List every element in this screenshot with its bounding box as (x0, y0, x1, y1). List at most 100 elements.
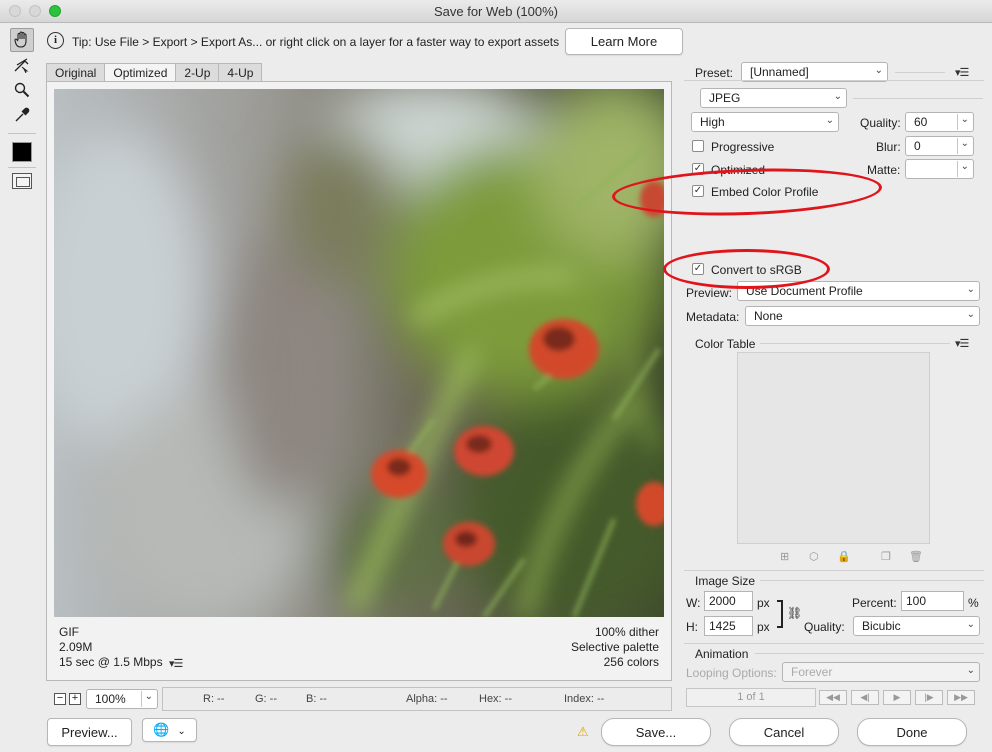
chevron-down-icon: ⌄ (966, 619, 975, 630)
hand-tool-icon[interactable] (10, 28, 34, 52)
progressive-checkbox[interactable] (692, 140, 704, 152)
toggle-slices-icon[interactable] (12, 173, 32, 189)
save-button[interactable]: Save... (601, 718, 711, 746)
previous-frame-icon[interactable]: ◀| (851, 690, 879, 705)
divider (755, 653, 984, 654)
looping-options-value: Forever (791, 665, 833, 679)
download-speed-menu-icon[interactable]: ▾☰ (169, 657, 183, 670)
trash-icon: 🗑 (909, 551, 923, 563)
chevron-down-icon: ⌄ (833, 91, 842, 102)
readout-hex: Hex: -- (479, 693, 512, 705)
chevron-down-icon: ⌄ (177, 726, 186, 737)
matte-select[interactable]: ⌄ (905, 159, 974, 179)
info-size: 2.09M (59, 640, 93, 654)
metadata-value: None (754, 309, 783, 323)
zoom-in-button[interactable]: + (69, 693, 81, 705)
metadata-label: Metadata: (686, 310, 740, 324)
quality-level-value: High (700, 115, 725, 129)
color-readouts: R: -- G: -- B: -- Alpha: -- Hex: -- Inde… (162, 687, 672, 711)
chevron-down-icon: ⌄ (956, 161, 969, 177)
preset-label: Preset: (695, 66, 734, 80)
tab-optimized[interactable]: Optimized (104, 63, 177, 82)
next-frame-icon[interactable]: |▶ (915, 690, 943, 705)
blur-input[interactable]: 0 ⌄ (905, 136, 974, 156)
chevron-down-icon: ⌄ (956, 114, 969, 130)
view-tabs: Original Optimized 2-Up 4-Up (46, 63, 263, 82)
resample-quality-select[interactable]: Bicubic ⌄ (853, 616, 980, 636)
tab-original[interactable]: Original (46, 63, 106, 82)
percent-unit: % (968, 596, 979, 610)
chevron-down-icon: ⌄ (874, 65, 883, 76)
optimize-menu-icon[interactable]: ▾☰ (955, 66, 969, 79)
preset-select[interactable]: [Unnamed] ⌄ (741, 62, 888, 82)
tab-2up[interactable]: 2-Up (175, 63, 220, 82)
optimized-image-preview[interactable] (54, 89, 664, 617)
lock-icon: 🔒 (837, 551, 851, 563)
looping-options-label: Looping Options: (686, 666, 777, 680)
slice-select-tool-icon[interactable] (10, 53, 34, 77)
browser-globe-icon: 🌐 (153, 722, 170, 737)
play-icon[interactable]: ▶ (883, 690, 911, 705)
learn-more-button[interactable]: Learn More (565, 28, 683, 55)
chevron-down-icon: ⌄ (966, 309, 975, 320)
divider (760, 580, 984, 581)
width-unit: px (757, 596, 770, 610)
frame-counter: 1 of 1 (686, 688, 816, 707)
percent-label: Percent: (852, 596, 897, 610)
blur-label: Blur: (876, 140, 901, 154)
cube-icon: ⬡ (809, 551, 819, 563)
percent-input[interactable]: 100 (901, 591, 964, 611)
quality-value: 60 (914, 115, 928, 129)
info-colors: 256 colors (603, 655, 659, 669)
height-input[interactable]: 1425 (704, 616, 753, 636)
height-unit: px (757, 620, 770, 634)
eyedropper-color-swatch[interactable] (12, 142, 32, 162)
resample-quality-value: Bicubic (862, 619, 901, 633)
zoom-out-button[interactable]: − (54, 693, 66, 705)
window-title: Save for Web (100%) (433, 4, 559, 19)
first-frame-icon[interactable]: ◀◀ (819, 690, 847, 705)
eyedropper-tool-icon[interactable] (10, 103, 34, 127)
readout-g: G: -- (255, 693, 277, 705)
zoom-level-value: 100% (95, 692, 126, 706)
tool-divider (8, 167, 36, 168)
height-label: H: (686, 620, 698, 634)
info-palette: Selective palette (570, 640, 659, 654)
last-frame-icon[interactable]: ▶▶ (947, 690, 975, 705)
chevron-down-icon: ⌄ (825, 115, 834, 126)
done-button[interactable]: Done (857, 718, 967, 746)
readout-b: B: -- (306, 693, 327, 705)
chevron-down-icon: ⌄ (956, 138, 969, 154)
quality-level-select[interactable]: High ⌄ (691, 112, 839, 132)
browser-preview-button[interactable]: 🌐 ⌄ (142, 718, 197, 742)
warning-icon: ⚠ (577, 724, 589, 739)
divider (760, 343, 950, 344)
color-table-label: Color Table (695, 337, 756, 351)
quality-input[interactable]: 60 ⌄ (905, 112, 974, 132)
zoom-tool-icon[interactable] (10, 78, 34, 102)
divider (684, 643, 984, 644)
cancel-button[interactable]: Cancel (729, 718, 839, 746)
chevron-down-icon: ⌄ (966, 665, 975, 676)
zoom-level-select[interactable]: 100% ⌄ (86, 689, 158, 709)
format-value: JPEG (709, 91, 741, 105)
annotation-circle-convert-srgb (663, 249, 830, 289)
format-select[interactable]: JPEG ⌄ (700, 88, 847, 108)
looping-options-select[interactable]: Forever ⌄ (782, 662, 980, 682)
quality-label: Quality: (860, 116, 901, 130)
width-input[interactable]: 2000 (704, 591, 753, 611)
preset-value: [Unnamed] (750, 65, 809, 79)
chevron-down-icon: ⌄ (966, 284, 975, 295)
progressive-label: Progressive (711, 140, 775, 154)
blur-value: 0 (914, 139, 921, 153)
chevron-down-icon: ⌄ (140, 691, 153, 707)
preview-button[interactable]: Preview... (47, 718, 132, 746)
tip-text: Tip: Use File > Export > Export As... or… (72, 35, 560, 49)
link-icon[interactable]: ⛓ (787, 606, 802, 620)
snap-to-web-icon: ⊞ (780, 551, 790, 563)
color-table-menu-icon[interactable]: ▾☰ (955, 337, 969, 350)
tab-4up[interactable]: 4-Up (218, 63, 263, 82)
info-dither: 100% dither (594, 625, 659, 639)
metadata-select[interactable]: None ⌄ (745, 306, 980, 326)
readout-index: Index: -- (564, 693, 605, 705)
